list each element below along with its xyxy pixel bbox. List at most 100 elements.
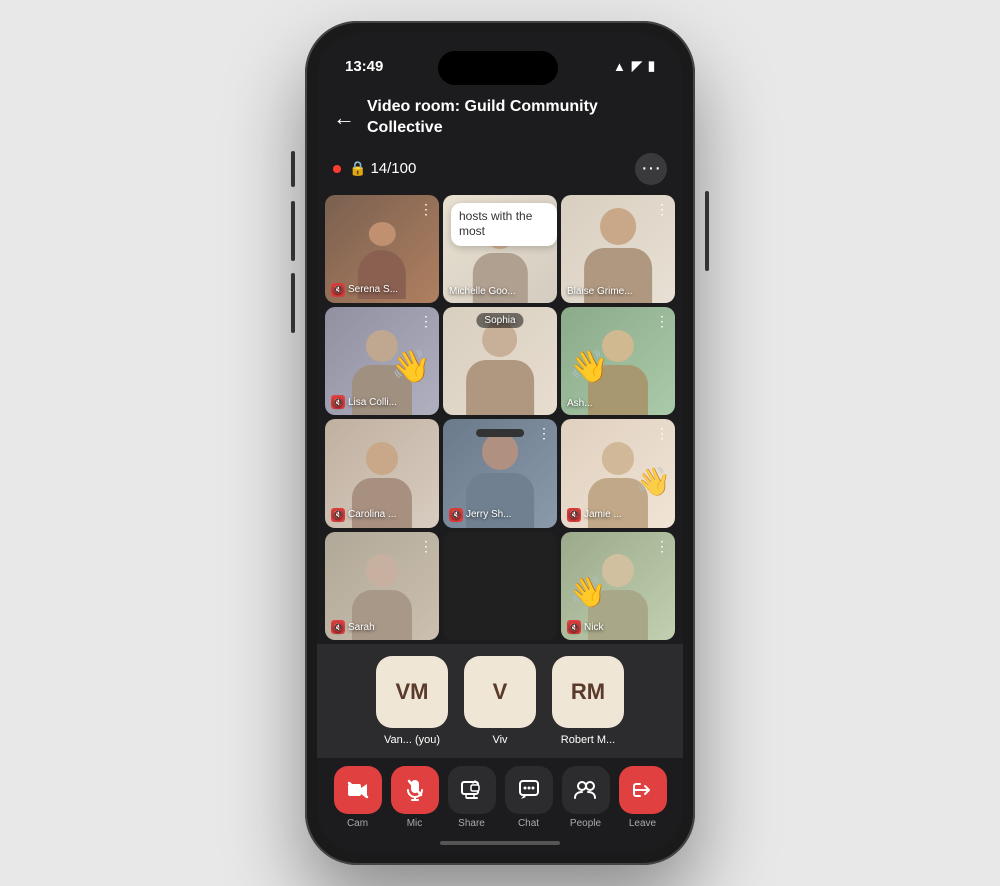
cell-menu-lisa[interactable]: ⋮ [419, 313, 433, 330]
mute-icon-carolina: 🔇 [331, 508, 345, 522]
wifi-icon: ▲ [613, 59, 626, 74]
video-cell-blaise[interactable]: ⋮ Blaise Grime... [561, 195, 675, 303]
volume-down-button[interactable] [291, 201, 295, 261]
silent-button[interactable] [291, 273, 295, 333]
video-cell-sophia[interactable]: Sophia [443, 307, 557, 415]
rm-label: Robert M... [561, 734, 615, 746]
cell-label-ash: Ash... [567, 398, 593, 409]
cam-label: Cam [347, 818, 368, 829]
cell-menu-ash[interactable]: ⋮ [655, 313, 669, 330]
cam-icon [334, 766, 382, 814]
video-cell-jamie[interactable]: 👋 ⋮ 🔇 Jamie ... [561, 419, 675, 527]
mic-button[interactable]: Mic [391, 766, 439, 829]
room-info-bar: 🔒 14/100 ··· [317, 147, 683, 191]
tooltip-text: hosts with the most [459, 209, 532, 239]
sarah-name-text: Sarah [348, 622, 375, 633]
cell-menu-sarah[interactable]: ⋮ [419, 538, 433, 555]
waiting-person-v: V Viv [464, 656, 536, 746]
vm-initials: VM [396, 679, 429, 705]
power-button[interactable] [705, 191, 709, 271]
chat-button[interactable]: Chat [505, 766, 553, 829]
mic-label: Mic [407, 818, 423, 829]
signal-icon: ◤ [632, 58, 642, 74]
cell-label-carolina: 🔇 Carolina ... [331, 508, 396, 522]
video-grid: ⋮ 🔇 Serena S... hosts with the most ⋮ [317, 191, 683, 644]
avatar-vm: VM [376, 656, 448, 728]
phone-screen: 13:49 ▲ ◤ ▮ ← Video room: Guild Communit… [317, 33, 683, 853]
mute-icon-nick: 🔇 [567, 620, 581, 634]
back-button[interactable]: ← [333, 105, 355, 131]
video-cell-carolina[interactable]: 🔇 Carolina ... [325, 419, 439, 527]
cell-label-sarah: 🔇 Sarah [331, 620, 375, 634]
people-button[interactable]: People [562, 766, 610, 829]
volume-up-button[interactable] [291, 151, 295, 187]
cell-menu-serena[interactable]: ⋮ [419, 201, 433, 218]
people-icon [562, 766, 610, 814]
avatar-v: V [464, 656, 536, 728]
status-icons: ▲ ◤ ▮ [613, 58, 655, 74]
cell-label-michelle: Michelle Goo... [449, 286, 516, 297]
cell-menu-nick[interactable]: ⋮ [655, 538, 669, 555]
video-cell-empty [443, 532, 557, 640]
waiting-person-vm: VM Van... (you) [376, 656, 448, 746]
status-bar: 13:49 ▲ ◤ ▮ [317, 33, 683, 85]
video-cell-nick[interactable]: 👋 ⋮ 🔇 Nick [561, 532, 675, 640]
home-indicator [317, 833, 683, 853]
cell-menu-blaise[interactable]: ⋮ [655, 201, 669, 218]
chat-icon [505, 766, 553, 814]
sophia-name-text: Sophia [484, 315, 515, 326]
cell-menu-jerry[interactable]: ⋮ [537, 425, 551, 442]
live-indicator [333, 165, 341, 173]
jamie-name-text: Jamie ... [584, 509, 622, 520]
participant-count: 14/100 [370, 160, 635, 177]
home-bar [440, 841, 560, 845]
video-cell-michelle[interactable]: hosts with the most ⋮ Michelle Goo... [443, 195, 557, 303]
video-cell-lisa[interactable]: 👋 ⋮ 🔇 Lisa Colli... [325, 307, 439, 415]
lisa-name-text: Lisa Colli... [348, 397, 397, 408]
serena-name-text: Serena S... [348, 284, 398, 295]
video-cell-ash[interactable]: 👋 ⋮ Ash... [561, 307, 675, 415]
phone-frame: 13:49 ▲ ◤ ▮ ← Video room: Guild Communit… [305, 21, 695, 865]
michelle-name-text: Michelle Goo... [449, 286, 516, 297]
cell-menu-jamie[interactable]: ⋮ [655, 425, 669, 442]
video-cell-jerry[interactable]: ⋮ 🔇 Jerry Sh... [443, 419, 557, 527]
mute-icon-serena: 🔇 [331, 283, 345, 297]
cell-label-nick: 🔇 Nick [567, 620, 603, 634]
mute-icon-sarah: 🔇 [331, 620, 345, 634]
lock-icon: 🔒 [349, 160, 366, 177]
video-cell-sarah[interactable]: ⋮ 🔇 Sarah [325, 532, 439, 640]
ash-name-text: Ash... [567, 398, 593, 409]
cell-label-serena: 🔇 Serena S... [331, 283, 398, 297]
video-cell-serena[interactable]: ⋮ 🔇 Serena S... [325, 195, 439, 303]
cam-button[interactable]: Cam [334, 766, 382, 829]
v-label: Viv [492, 734, 507, 746]
bottom-toolbar: Cam Mic [317, 758, 683, 833]
share-button[interactable]: Share [448, 766, 496, 829]
battery-icon: ▮ [648, 58, 655, 74]
dynamic-island [438, 51, 558, 85]
nick-name-text: Nick [584, 622, 603, 633]
mute-icon-lisa: 🔇 [331, 395, 345, 409]
avatar-rm: RM [552, 656, 624, 728]
cell-label-blaise: Blaise Grime... [567, 286, 633, 297]
cell-label-jamie: 🔇 Jamie ... [567, 508, 622, 522]
chat-label: Chat [518, 818, 539, 829]
cell-label-jerry: 🔇 Jerry Sh... [449, 508, 512, 522]
v-initials: V [493, 679, 508, 705]
mute-icon-jerry: 🔇 [449, 508, 463, 522]
tooltip-bubble: hosts with the most [451, 203, 557, 246]
waiting-participants-row: VM Van... (you) V Viv RM Robert M... [317, 644, 683, 758]
cell-label-lisa: 🔇 Lisa Colli... [331, 395, 397, 409]
cell-label-sophia: Sophia [476, 313, 523, 328]
blaise-name-text: Blaise Grime... [567, 286, 633, 297]
waiting-person-rm: RM Robert M... [552, 656, 624, 746]
leave-button[interactable]: Leave [619, 766, 667, 829]
ellipsis-icon: ··· [641, 157, 661, 180]
jerry-name-text: Jerry Sh... [466, 509, 512, 520]
mic-icon [391, 766, 439, 814]
more-options-button[interactable]: ··· [635, 153, 667, 185]
vm-label: Van... (you) [384, 734, 440, 746]
people-label: People [570, 818, 601, 829]
rm-initials: RM [571, 679, 605, 705]
room-title: Video room: Guild Community Collective [367, 97, 667, 139]
